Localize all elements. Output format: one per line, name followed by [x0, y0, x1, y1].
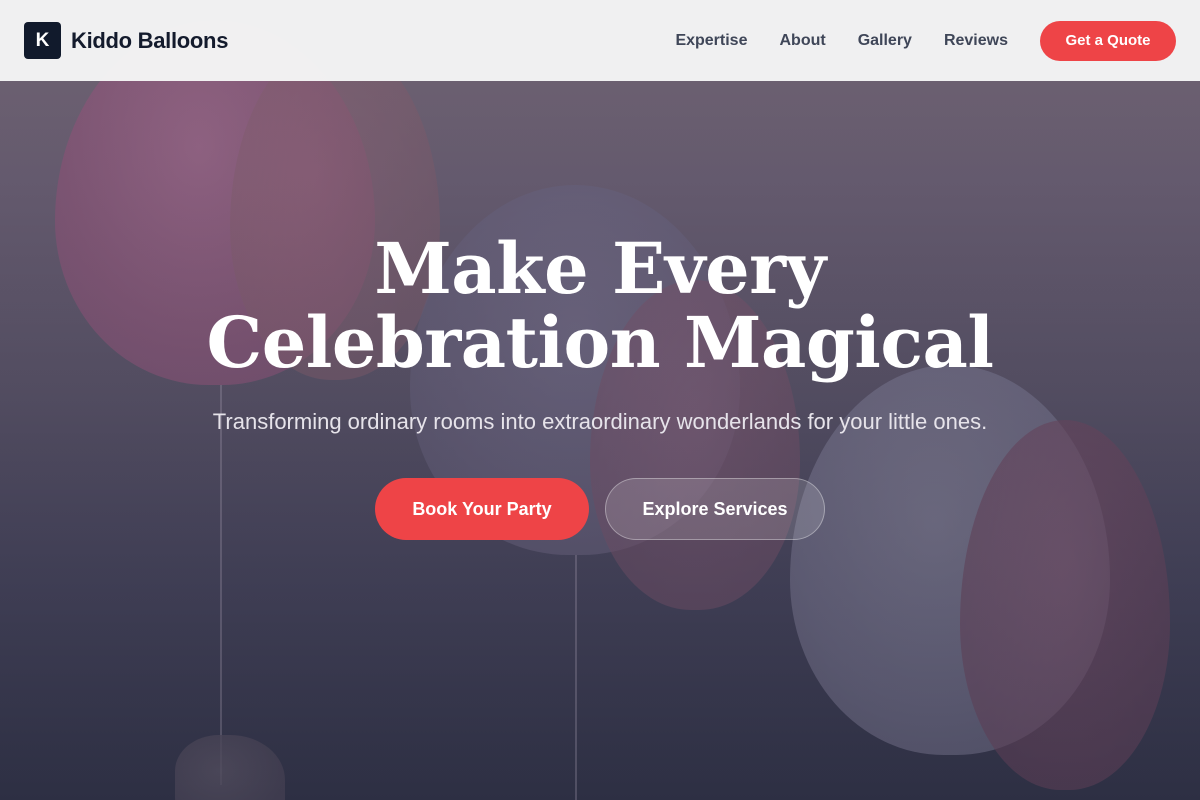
explore-services-button[interactable]: Explore Services	[605, 478, 825, 540]
book-party-button[interactable]: Book Your Party	[375, 478, 589, 540]
nav-link-about[interactable]: About	[779, 32, 825, 50]
hero-section: Make Every Celebration Magical Transform…	[0, 232, 1200, 540]
brand-logo[interactable]: K Kiddo Balloons	[24, 22, 228, 59]
nav-link-expertise[interactable]: Expertise	[675, 32, 747, 50]
hero-actions: Book Your Party Explore Services	[0, 478, 1200, 540]
brand-name: Kiddo Balloons	[71, 27, 229, 53]
hero-subtitle: Transforming ordinary rooms into extraor…	[212, 409, 988, 434]
nav-link-reviews[interactable]: Reviews	[944, 32, 1008, 50]
landing-page: K Kiddo Balloons Expertise About Gallery…	[0, 0, 1200, 800]
top-navbar: K Kiddo Balloons Expertise About Gallery…	[0, 0, 1200, 81]
brand-mark-icon: K	[24, 22, 61, 59]
main-nav: Expertise About Gallery Reviews Get a Qu…	[675, 20, 1176, 61]
nav-link-gallery[interactable]: Gallery	[858, 32, 912, 50]
get-quote-button[interactable]: Get a Quote	[1040, 20, 1176, 61]
hero-title: Make Every Celebration Magical	[206, 227, 994, 384]
